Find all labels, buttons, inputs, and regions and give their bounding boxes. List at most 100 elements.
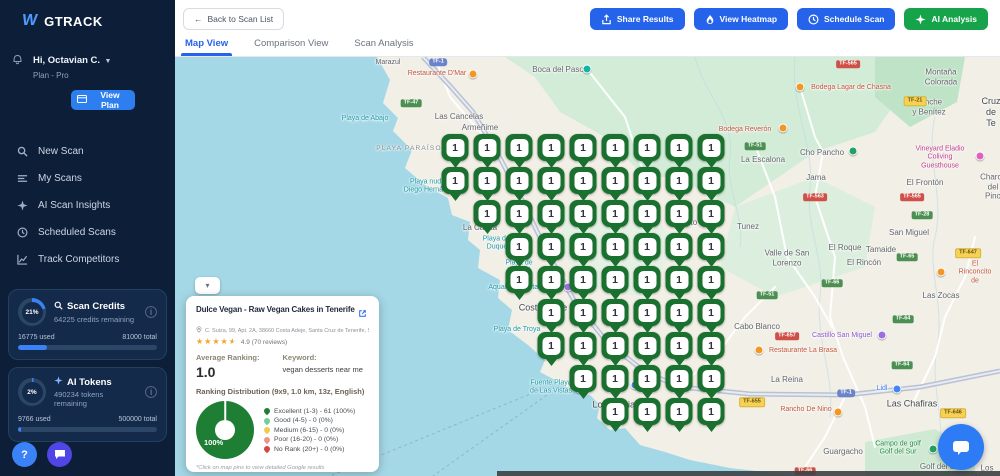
schedule-scan-button[interactable]: Schedule Scan	[797, 8, 895, 30]
ranking-pin[interactable]: 1	[570, 167, 597, 194]
ranking-pin[interactable]: 1	[634, 398, 661, 425]
share-results-button[interactable]: Share Results	[590, 8, 685, 30]
attraction-poi-icon[interactable]	[878, 331, 887, 340]
ranking-pin[interactable]: 1	[666, 266, 693, 293]
ranking-pin[interactable]: 1	[634, 134, 661, 161]
ranking-pin[interactable]: 1	[474, 200, 501, 227]
popup-collapse-button[interactable]: ▾	[195, 277, 220, 294]
info-icon[interactable]: i	[145, 306, 157, 318]
ranking-pin[interactable]: 1	[634, 167, 661, 194]
ranking-pin[interactable]: 1	[506, 200, 533, 227]
user-menu-caret-icon[interactable]: ▼	[105, 58, 112, 65]
restaurant-poi-icon[interactable]	[834, 408, 843, 417]
restaurant-poi-icon[interactable]	[779, 124, 788, 133]
ranking-pin[interactable]: 1	[602, 200, 629, 227]
ranking-pin[interactable]: 1	[570, 299, 597, 326]
ranking-pin[interactable]: 1	[634, 200, 661, 227]
ranking-pin[interactable]: 1	[602, 167, 629, 194]
ranking-pin[interactable]: 1	[506, 233, 533, 260]
supermarket-poi-icon[interactable]	[893, 385, 902, 394]
park-poi-icon[interactable]	[849, 147, 858, 156]
ranking-pin[interactable]: 1	[474, 167, 501, 194]
ranking-pin[interactable]: 1	[666, 332, 693, 359]
ranking-pin[interactable]: 1	[506, 266, 533, 293]
ranking-pin[interactable]: 1	[698, 200, 725, 227]
ranking-pin[interactable]: 1	[602, 134, 629, 161]
ranking-pin[interactable]: 1	[666, 200, 693, 227]
restaurant-poi-icon[interactable]	[469, 70, 478, 79]
ranking-pin[interactable]: 1	[698, 332, 725, 359]
ranking-pin[interactable]: 1	[570, 134, 597, 161]
ranking-pin[interactable]: 1	[442, 167, 469, 194]
ranking-pin[interactable]: 1	[570, 233, 597, 260]
ranking-pin[interactable]: 1	[666, 398, 693, 425]
ranking-pin[interactable]: 1	[506, 134, 533, 161]
sidebar-item-ai-scan-insights[interactable]: AI Scan Insights	[0, 192, 175, 219]
ranking-pin[interactable]: 1	[602, 365, 629, 392]
ranking-pin[interactable]: 1	[538, 233, 565, 260]
ranking-pin[interactable]: 1	[538, 266, 565, 293]
ranking-pin[interactable]: 1	[442, 134, 469, 161]
nature-poi-icon[interactable]	[583, 65, 592, 74]
ranking-pin[interactable]: 1	[538, 134, 565, 161]
ranking-pin[interactable]: 1	[698, 299, 725, 326]
golf-poi-icon[interactable]	[929, 445, 938, 454]
ranking-pin[interactable]: 1	[666, 233, 693, 260]
ranking-pin[interactable]: 1	[634, 233, 661, 260]
back-to-scan-list-button[interactable]: ← Back to Scan List	[183, 8, 284, 30]
user-greeting[interactable]: Hi, Octavian C.	[33, 55, 100, 66]
info-icon[interactable]: i	[145, 386, 157, 398]
help-button[interactable]: ?	[12, 442, 37, 467]
ranking-pin[interactable]: 1	[698, 167, 725, 194]
restaurant-poi-icon[interactable]	[937, 268, 946, 277]
ranking-pin[interactable]: 1	[634, 299, 661, 326]
ranking-pin[interactable]: 1	[698, 266, 725, 293]
notifications-bell-icon[interactable]	[12, 52, 23, 70]
ranking-pin[interactable]: 1	[602, 332, 629, 359]
ai-analysis-button[interactable]: AI Analysis	[904, 8, 988, 30]
ranking-pin[interactable]: 1	[602, 266, 629, 293]
ranking-pin-value: 1	[574, 303, 592, 321]
ranking-pin[interactable]: 1	[474, 134, 501, 161]
ranking-pin[interactable]: 1	[698, 398, 725, 425]
ranking-pin[interactable]: 1	[538, 332, 565, 359]
ranking-pin[interactable]: 1	[602, 299, 629, 326]
ranking-pin[interactable]: 1	[538, 167, 565, 194]
restaurant-poi-icon[interactable]	[796, 83, 805, 92]
ranking-pin-value: 1	[638, 204, 656, 222]
ranking-pin[interactable]: 1	[602, 398, 629, 425]
ranking-pin[interactable]: 1	[666, 134, 693, 161]
ranking-pin[interactable]: 1	[698, 233, 725, 260]
ranking-pin[interactable]: 1	[602, 233, 629, 260]
ranking-pin[interactable]: 1	[570, 365, 597, 392]
tab-map-view[interactable]: Map View	[185, 38, 228, 56]
ranking-pin[interactable]: 1	[634, 266, 661, 293]
external-link-icon[interactable]	[359, 304, 366, 322]
chat-button[interactable]	[47, 442, 72, 467]
restaurant-poi-icon[interactable]	[755, 346, 764, 355]
ranking-pin[interactable]: 1	[634, 332, 661, 359]
tab-scan-analysis[interactable]: Scan Analysis	[354, 38, 413, 56]
tab-comparison-view[interactable]: Comparison View	[254, 38, 328, 56]
ranking-pin[interactable]: 1	[538, 200, 565, 227]
view-heatmap-button[interactable]: View Heatmap	[694, 8, 788, 30]
ranking-pin[interactable]: 1	[570, 266, 597, 293]
ranking-pin[interactable]: 1	[634, 365, 661, 392]
chat-widget-button[interactable]	[938, 424, 984, 470]
lodging-poi-icon[interactable]	[976, 152, 985, 161]
ranking-pin[interactable]: 1	[506, 167, 533, 194]
ranking-pin[interactable]: 1	[666, 299, 693, 326]
ranking-pin[interactable]: 1	[538, 299, 565, 326]
sidebar-item-new-scan[interactable]: New Scan	[0, 138, 175, 165]
map-view[interactable]: MarazulRestaurante D'MarBoca del PasoLas…	[175, 57, 1000, 476]
ranking-pin[interactable]: 1	[666, 365, 693, 392]
ranking-pin[interactable]: 1	[570, 332, 597, 359]
sidebar-item-my-scans[interactable]: My Scans	[0, 165, 175, 192]
view-plan-button[interactable]: View Plan	[71, 90, 135, 110]
ranking-pin[interactable]: 1	[698, 134, 725, 161]
sidebar-item-scheduled-scans[interactable]: Scheduled Scans	[0, 219, 175, 246]
ranking-pin[interactable]: 1	[698, 365, 725, 392]
ranking-pin[interactable]: 1	[666, 167, 693, 194]
ranking-pin[interactable]: 1	[570, 200, 597, 227]
sidebar-item-track-competitors[interactable]: Track Competitors	[0, 246, 175, 273]
